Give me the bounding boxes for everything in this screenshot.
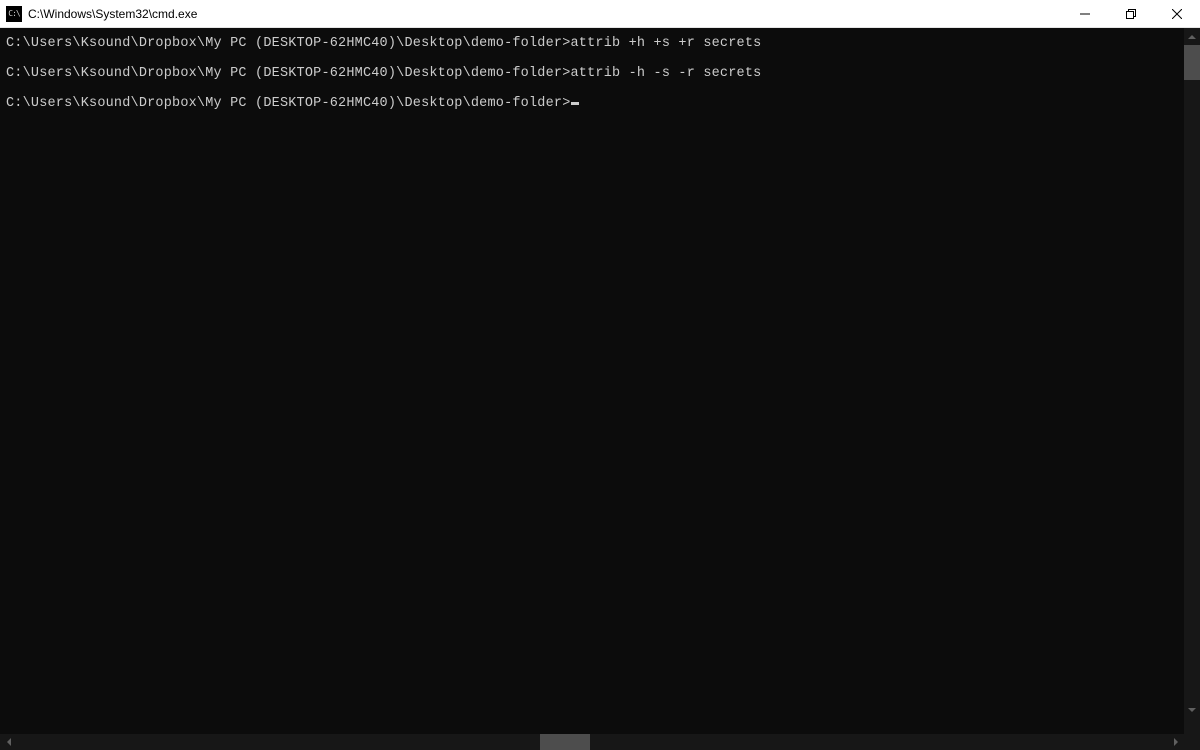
terminal-area[interactable]: C:\Users\Ksound\Dropbox\My PC (DESKTOP-6… [0,28,1200,750]
scrollbar-thumb[interactable] [1184,45,1200,80]
minimize-button[interactable] [1062,0,1108,27]
prompt-text: C:\Users\Ksound\Dropbox\My PC (DESKTOP-6… [6,36,571,51]
blank-line [6,81,1194,96]
maximize-button[interactable] [1108,0,1154,27]
scrollbar-down-arrow-icon[interactable] [1184,701,1200,718]
maximize-icon [1126,9,1136,19]
close-button[interactable] [1154,0,1200,27]
current-prompt-line: C:\Users\Ksound\Dropbox\My PC (DESKTOP-6… [6,96,1194,111]
command-text: attrib -h -s -r secrets [571,66,762,81]
prompt-text: C:\Users\Ksound\Dropbox\My PC (DESKTOP-6… [6,96,571,111]
blank-line [6,51,1194,66]
prompt-text: C:\Users\Ksound\Dropbox\My PC (DESKTOP-6… [6,66,571,81]
title-bar: C:\ C:\Windows\System32\cmd.exe [0,0,1200,28]
vertical-scrollbar[interactable] [1184,28,1200,734]
terminal-line: C:\Users\Ksound\Dropbox\My PC (DESKTOP-6… [6,66,1194,81]
terminal-line: C:\Users\Ksound\Dropbox\My PC (DESKTOP-6… [6,36,1194,51]
minimize-icon [1080,9,1090,19]
cmd-icon: C:\ [6,6,22,22]
scrollbar-right-arrow-icon[interactable] [1167,734,1184,750]
window-title: C:\Windows\System32\cmd.exe [28,7,197,21]
horizontal-scrollbar[interactable] [0,734,1200,750]
scrollbar-corner [1184,734,1200,750]
terminal-content[interactable]: C:\Users\Ksound\Dropbox\My PC (DESKTOP-6… [6,36,1194,747]
cursor [571,102,579,105]
scrollbar-up-arrow-icon[interactable] [1184,28,1200,45]
title-left: C:\ C:\Windows\System32\cmd.exe [6,6,197,22]
close-icon [1172,9,1182,19]
scrollbar-left-arrow-icon[interactable] [0,734,17,750]
hscrollbar-thumb[interactable] [540,734,590,750]
window-controls [1062,0,1200,27]
command-text: attrib +h +s +r secrets [571,36,762,51]
